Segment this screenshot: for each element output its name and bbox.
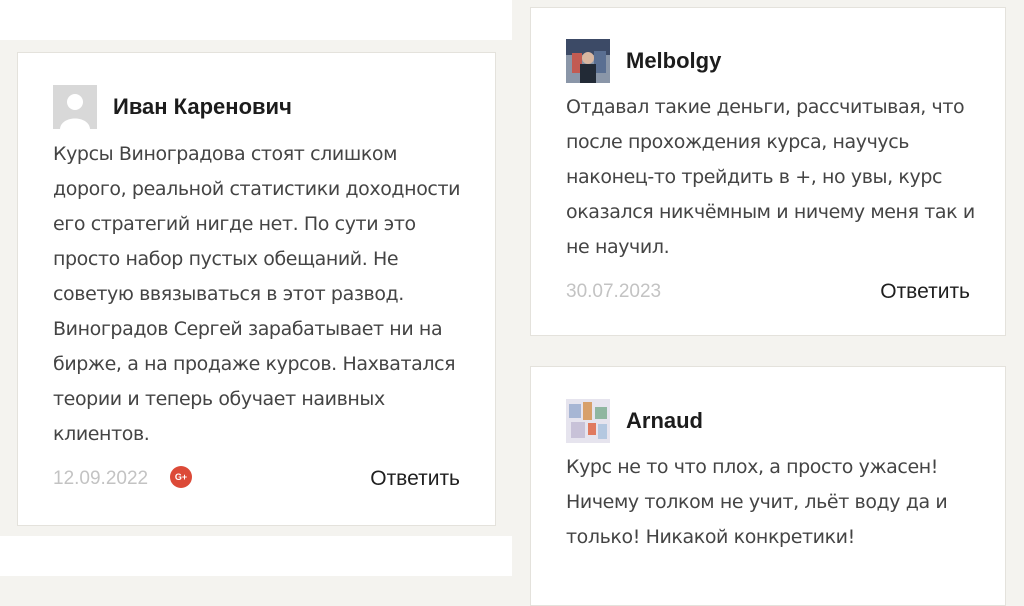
author-name: Arnaud <box>626 408 703 433</box>
comment-text-line: Курс не то что плох, а просто ужасен! <box>566 456 938 478</box>
comment-text-line: дорого, реальной статистики доходности <box>53 178 461 200</box>
reply-button[interactable]: Ответить <box>880 280 970 304</box>
comment-card: Иван Каренович Курсы Виноградова стоят с… <box>17 52 496 526</box>
comment-text-line: наконец-то трейдить в +, но увы, курс <box>566 166 943 188</box>
comment-author: Иван Каренович <box>53 85 292 129</box>
comment-text: Курс не то что плох, а просто ужасен! Ни… <box>566 450 986 555</box>
comment-author: Melbolgy <box>566 39 721 83</box>
comment-text-line: не научил. <box>566 236 670 258</box>
comment-text-line: только! Никакой конкретики! <box>566 526 855 548</box>
left-column-bottom-panel <box>0 536 512 576</box>
comment-date: 30.07.2023 <box>566 281 662 302</box>
comment-text-line: просто набор пустых обещаний. Не <box>53 248 399 270</box>
left-column-top-panel <box>0 0 512 40</box>
comment-text-line: Отдавал такие деньги, рассчитывая, что <box>566 96 965 118</box>
comment-text-line: Ничему толком не учит, льёт воду да и <box>566 491 948 513</box>
photo-avatar <box>566 399 610 443</box>
author-name: Melbolgy <box>626 48 722 73</box>
photo-avatar <box>566 39 610 83</box>
comment-text: Курсы Виноградова стоят слишком дорого, … <box>53 137 473 452</box>
comment-card: Melbolgy Отдавал такие деньги, рассчитыв… <box>530 7 1006 336</box>
comment-text-line: Виноградов Сергей зарабатывает ни на <box>53 318 443 340</box>
comment-text-line: Курсы Виноградова стоят слишком <box>53 143 398 165</box>
comment-text-line: советую ввязываться в этот развод. <box>53 283 404 305</box>
comment-text-line: бирже, а на продаже курсов. Нахватался <box>53 353 456 375</box>
comment-text-line: теории и теперь обучает наивных <box>53 388 385 410</box>
default-user-avatar <box>53 85 97 129</box>
google-plus-icon[interactable]: G+ <box>170 466 192 488</box>
reply-button[interactable]: Ответить <box>370 467 460 491</box>
comment-text-line: после прохождения курса, научусь <box>566 131 910 153</box>
comment-author: Arnaud <box>566 399 703 443</box>
comment-text-line: клиентов. <box>53 423 150 445</box>
comment-text-line: оказался никчёмным и ничему меня так и <box>566 201 975 223</box>
comment-text: Отдавал такие деньги, рассчитывая, что п… <box>566 90 986 265</box>
comment-text-line: его стратегий нигде нет. По сути это <box>53 213 416 235</box>
author-name: Иван Каренович <box>113 94 292 119</box>
comment-date: 12.09.2022 <box>53 468 149 489</box>
comment-card: Arnaud Курс не то что плох, а просто ужа… <box>530 366 1006 606</box>
